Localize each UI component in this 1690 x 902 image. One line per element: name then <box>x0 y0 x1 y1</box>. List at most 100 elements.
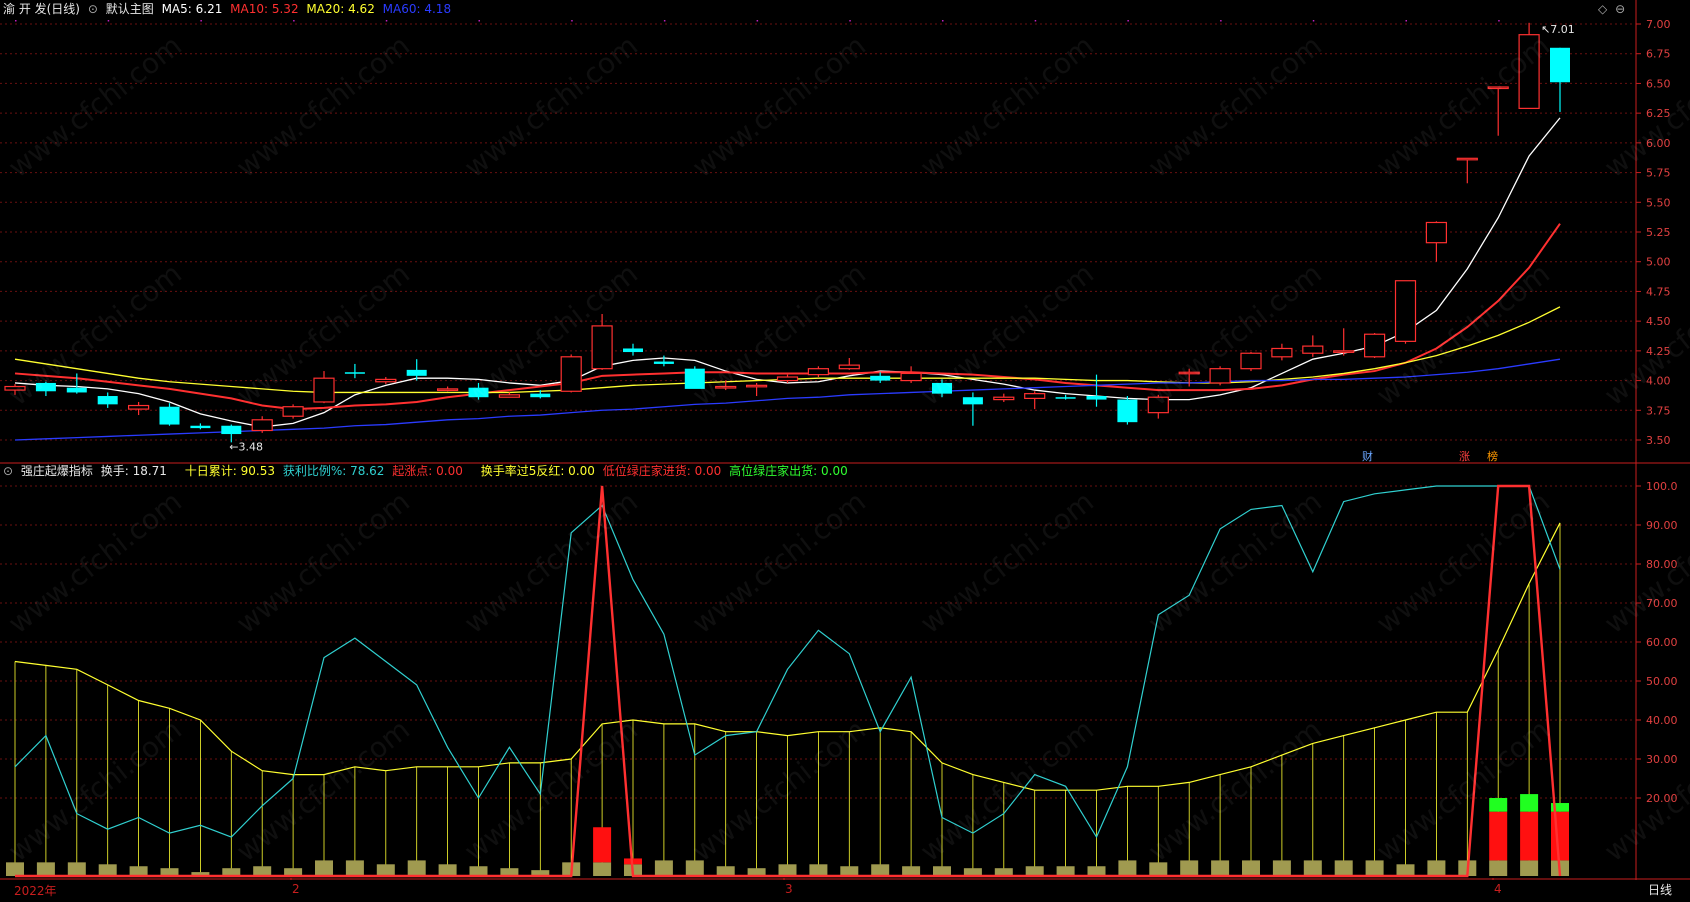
candle-body-down <box>344 372 365 374</box>
main-tick-label: 6.00 <box>1646 137 1671 150</box>
turnover-bar <box>685 860 704 876</box>
candle-body-up <box>282 406 304 417</box>
top-dot-marker <box>663 20 666 22</box>
candle-body-up <box>900 372 922 382</box>
turnover-bar <box>809 864 828 876</box>
candle-body-up <box>1302 345 1324 354</box>
top-dot-marker <box>200 20 202 22</box>
candle-body-up <box>498 394 520 398</box>
turnover-bar <box>438 864 457 876</box>
turnover-bar <box>1489 860 1508 876</box>
candle-body-down <box>653 361 674 364</box>
date-label-2022: 2022年 <box>14 884 57 898</box>
marker-zhang[interactable]: 涨 <box>1459 448 1470 464</box>
top-dot-marker <box>1498 20 1500 22</box>
high-green-bar <box>1489 798 1508 812</box>
turnover-bar <box>129 866 148 876</box>
collapse-icon[interactable]: ⊖ <box>1615 2 1625 16</box>
candle-body-down <box>1086 396 1107 400</box>
sub-tick-label: 50.00 <box>1646 675 1678 688</box>
top-dot-marker <box>478 20 480 22</box>
template-name[interactable]: 默认主图 <box>106 2 154 16</box>
period-button[interactable]: 日线 <box>1648 881 1672 898</box>
candle-body-up <box>1518 34 1540 109</box>
sub-settings-icon[interactable]: ⊙ <box>3 464 13 478</box>
top-dot-marker <box>1405 20 1407 22</box>
candle-body-down <box>870 375 891 381</box>
candle-body-up <box>745 384 768 388</box>
candle-body-up <box>715 385 737 389</box>
turnover-bar <box>345 860 364 876</box>
top-dot-marker <box>385 20 388 22</box>
sub-tick-label: 70.00 <box>1646 597 1678 610</box>
candle-body-up <box>1240 352 1262 370</box>
chart-stage[interactable]: 7.00 6.75 6.50 6.25 6.00 5.75 5.50 5.25 5.00 4.75… <box>0 0 1690 898</box>
candle-body-down <box>159 406 180 425</box>
turnover-bar <box>67 862 86 876</box>
candle-body-up <box>1147 396 1169 414</box>
candle-body-up <box>128 404 150 410</box>
main-tick-label: 4.00 <box>1646 375 1671 388</box>
candle-body-up <box>1394 280 1417 342</box>
candle-body-down <box>1055 397 1076 399</box>
high-annotation: ↖7.01 <box>1541 23 1575 36</box>
candle-body-down <box>1550 47 1570 83</box>
candle-body-down <box>221 425 242 435</box>
date-label-feb: 2 <box>292 882 300 896</box>
top-dot-marker <box>1034 20 1037 22</box>
low-green-red-bar <box>1520 811 1539 861</box>
candle-body-up <box>838 364 860 370</box>
profit-label: 获利比例%: 78.62 <box>282 464 385 478</box>
candle-body-up <box>1333 350 1355 353</box>
rise-point-label: 起涨点: 0.00 <box>392 464 463 478</box>
low-green-red-bar <box>1551 811 1569 861</box>
sub-tick-label: 30.00 <box>1646 753 1678 766</box>
main-tick-label: 7.00 <box>1646 18 1671 31</box>
marker-bang[interactable]: 榜 <box>1487 448 1498 464</box>
candle-body-down <box>684 368 705 389</box>
window-controls: ◇ ⊖ <box>1598 1 1629 17</box>
settings-icon[interactable]: ⊙ <box>88 2 98 16</box>
turnover-bar <box>1087 866 1106 876</box>
date-label-mar: 3 <box>785 882 793 896</box>
turnover-bar <box>376 864 395 876</box>
candle-body-down <box>35 382 56 392</box>
turnover-bar <box>840 866 859 876</box>
turnover-bar <box>654 860 673 876</box>
candle-body-down <box>468 387 489 398</box>
turnover-bar <box>1149 862 1168 876</box>
candle-body-down <box>623 348 643 353</box>
high-green-bar <box>1520 794 1539 812</box>
turnover-bar <box>407 860 426 876</box>
turnover-bar <box>1242 860 1260 876</box>
turnover-bar <box>716 866 735 876</box>
candle-body-down <box>66 387 87 393</box>
main-tick-label: 5.25 <box>1646 226 1671 239</box>
ma60-label: MA60: 4.18 <box>382 2 452 16</box>
main-tick-label: 6.25 <box>1646 107 1671 120</box>
top-dot-marker <box>107 20 110 22</box>
top-dot-marker <box>293 20 295 22</box>
top-dot-marker <box>571 20 573 22</box>
turnover-bar <box>871 864 890 876</box>
turnover-bar <box>593 862 612 876</box>
turnover-bar <box>98 864 117 876</box>
candle-body-down <box>406 369 427 376</box>
turnover-bar <box>1427 860 1446 876</box>
turnover-bar <box>469 866 488 876</box>
candle-body-up <box>1456 157 1478 161</box>
candle-body-up <box>1178 371 1200 375</box>
ma5-label: MA5: 6.21 <box>161 2 223 16</box>
top-dot-marker <box>1312 20 1315 22</box>
indicator-name[interactable]: 强庄起爆指标 <box>21 464 93 478</box>
turnover-bar <box>1180 860 1199 876</box>
turnover-bar <box>933 866 951 876</box>
turnover-red-bar <box>593 827 612 863</box>
main-tick-label: 3.50 <box>1646 434 1671 447</box>
chart-svg[interactable]: 7.00 6.75 6.50 6.25 6.00 5.75 5.50 5.25 5.00 4.75… <box>0 0 1690 898</box>
low-green-label: 低位绿庄家进货: 0.00 <box>602 464 722 478</box>
marker-cai[interactable]: 财 <box>1362 448 1373 464</box>
ten-day-label: 十日累计: 90.53 <box>184 464 275 478</box>
diamond-icon[interactable]: ◇ <box>1598 2 1607 16</box>
top-dot-marker <box>942 20 944 22</box>
